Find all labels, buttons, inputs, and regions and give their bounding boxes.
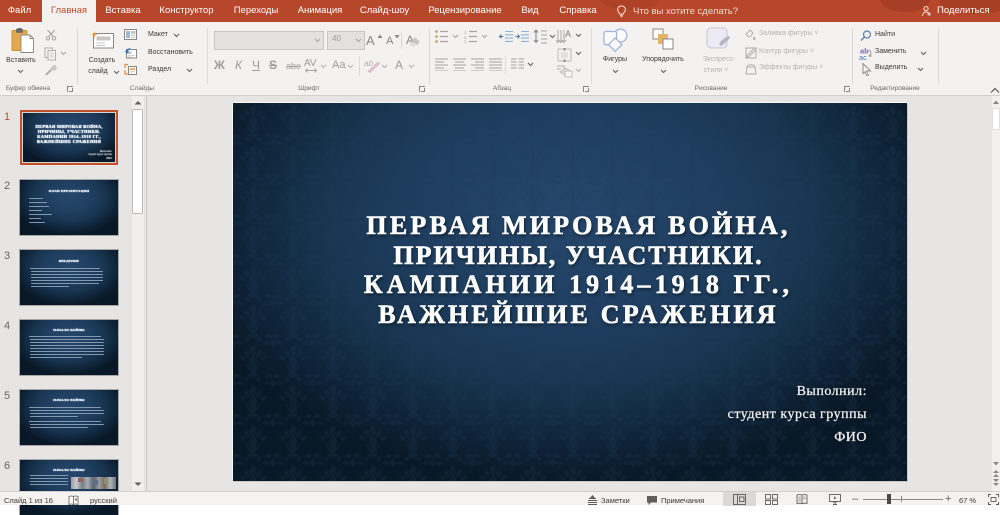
svg-text:3: 3: [464, 40, 467, 44]
svg-text:ac: ac: [859, 53, 867, 60]
svg-text:A: A: [565, 29, 571, 39]
svg-text:ab: ab: [364, 59, 373, 68]
